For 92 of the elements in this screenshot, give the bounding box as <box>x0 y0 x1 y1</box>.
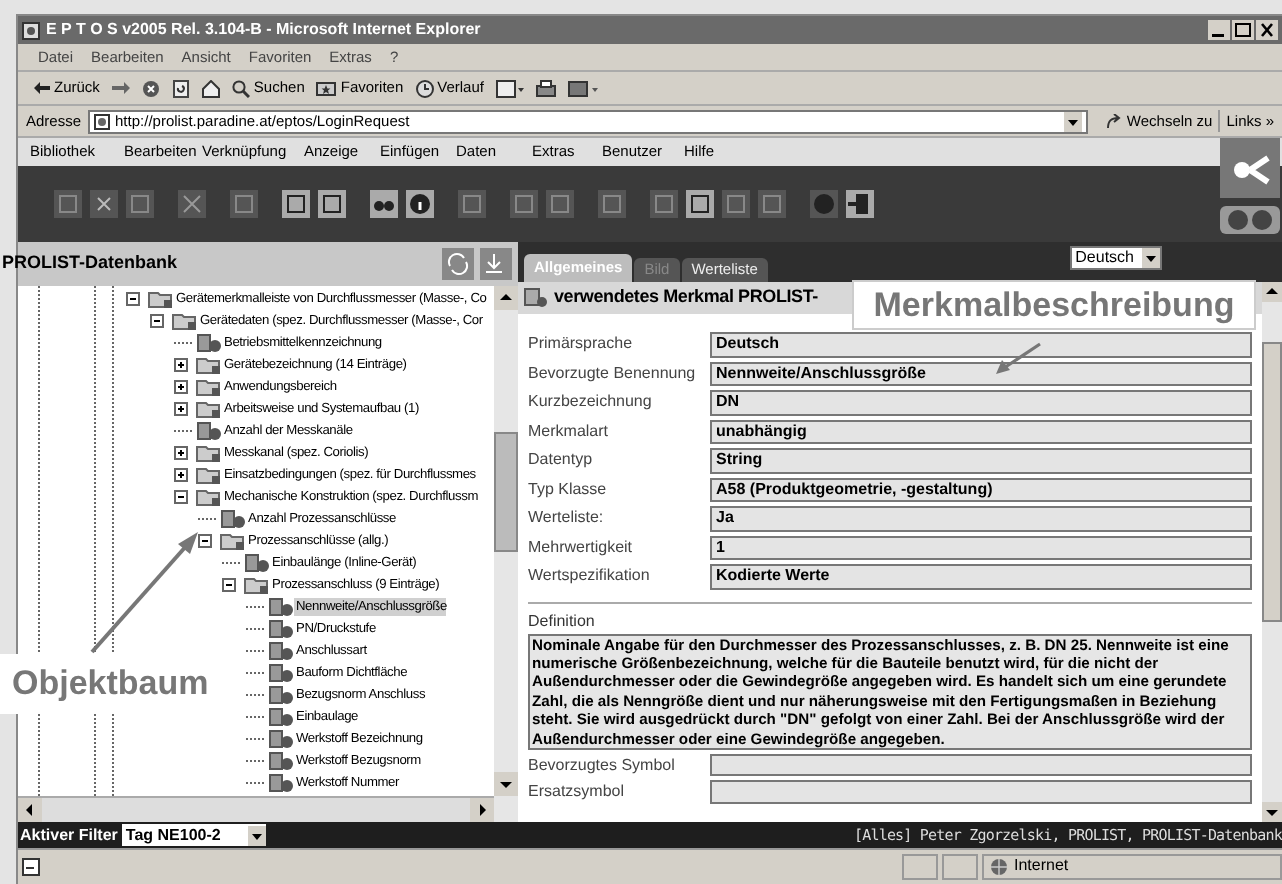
panel-title: PROLIST-Datenbank <box>2 250 178 277</box>
feature-icon <box>268 752 294 770</box>
page-icon <box>93 113 110 129</box>
scroll-right-icon[interactable] <box>470 798 494 822</box>
home-icon[interactable] <box>201 79 220 97</box>
field-value: Deutsch <box>710 332 1252 357</box>
callout-arrow <box>996 342 1041 374</box>
feature-icon <box>268 686 294 704</box>
feature-icon <box>268 642 294 660</box>
scroll-down-icon[interactable] <box>494 772 518 796</box>
logo-icon <box>1220 138 1280 198</box>
language-select[interactable]: Deutsch <box>1069 246 1162 270</box>
field-value: 1 <box>710 535 1252 560</box>
exit-door-icon[interactable] <box>846 190 874 218</box>
window-title: E P T O S v2005 Rel. 3.104-B - Microsoft Internet Explorer <box>46 18 481 42</box>
callout-arrow <box>90 532 198 654</box>
detail-heading: verwendetes Merkmal PROLIST- <box>554 284 818 311</box>
field-value: Nennweite/Anschlussgröße <box>710 361 1252 386</box>
status-pane <box>902 853 938 879</box>
scroll-left-icon[interactable] <box>18 798 42 822</box>
field-value: Ja <box>710 506 1252 531</box>
vertical-scrollbar[interactable] <box>494 286 518 822</box>
collapse-icon[interactable] <box>174 490 188 504</box>
refresh-icon[interactable] <box>171 79 190 97</box>
forward-arrow-icon[interactable] <box>111 82 130 94</box>
filter-select[interactable]: Tag NE100-2 <box>121 824 266 846</box>
back-arrow-icon <box>34 82 50 94</box>
field-label: Mehrwertigkeit <box>528 535 635 560</box>
stop-icon[interactable] <box>141 79 160 97</box>
expand-icon[interactable] <box>174 380 188 394</box>
collapse-icon[interactable] <box>222 578 236 592</box>
expand-icon[interactable] <box>174 468 188 482</box>
collapse-icon[interactable] <box>150 314 164 328</box>
field-value: unabhängig <box>710 419 1252 444</box>
collapse-icon[interactable] <box>126 292 140 306</box>
delete-icon[interactable] <box>178 190 206 218</box>
field-label: Bevorzugtes Symbol <box>528 753 677 778</box>
feature-icon <box>268 774 294 792</box>
zone-label: Internet <box>1014 854 1069 878</box>
field-value: String <box>710 448 1252 473</box>
field-label: Kurzbezeichnung <box>528 390 654 415</box>
toggle-icon[interactable] <box>1220 206 1280 234</box>
print-icon[interactable] <box>535 79 556 97</box>
scroll-up-icon[interactable] <box>1262 282 1282 302</box>
feature-icon <box>244 554 270 572</box>
field-label: Primärsprache <box>528 332 635 357</box>
field-value: Kodierte Werte <box>710 564 1252 589</box>
maximize-icon[interactable] <box>1232 20 1254 40</box>
scroll-thumb[interactable] <box>1262 342 1282 622</box>
feature-icon <box>196 334 222 352</box>
field-label: Bevorzugte Benennung <box>528 361 698 386</box>
field-label: Werteliste: <box>528 506 606 531</box>
field-label: Typ Klasse <box>528 477 609 502</box>
scroll-down-icon[interactable] <box>1262 802 1282 822</box>
folder-star-icon <box>316 80 337 96</box>
status-pane <box>942 853 978 879</box>
expand-icon[interactable] <box>174 446 188 460</box>
browser-icon <box>22 21 40 39</box>
feature-icon <box>524 288 548 308</box>
field-label: Merkmalart <box>528 419 611 444</box>
expand-icon[interactable] <box>174 358 188 372</box>
feature-icon <box>268 730 294 748</box>
feature-icon <box>196 422 222 440</box>
search-icon <box>231 79 250 97</box>
go-arrow-icon <box>1106 113 1123 129</box>
collapse-icon[interactable] <box>198 534 212 548</box>
globe-icon <box>990 857 1008 875</box>
feature-icon <box>268 664 294 682</box>
binoculars-icon[interactable] <box>370 190 398 218</box>
history-icon <box>415 79 434 97</box>
definition-label: Definition <box>526 609 597 633</box>
feature-icon <box>220 510 246 528</box>
cut-icon[interactable] <box>90 190 118 218</box>
info-icon[interactable] <box>406 190 434 218</box>
scroll-up-icon[interactable] <box>494 286 518 310</box>
field-value: DN <box>710 390 1252 415</box>
close-icon[interactable] <box>1256 20 1278 40</box>
field-label: Wertspezifikation <box>528 564 652 589</box>
page-icon <box>22 857 40 875</box>
feature-icon <box>268 708 294 726</box>
field-label: Datentyp <box>528 448 595 473</box>
filter-label: Aktiver Filter <box>20 823 118 847</box>
field-label: Ersatzsymbol <box>528 780 627 805</box>
expand-icon[interactable] <box>174 402 188 416</box>
horizontal-scrollbar[interactable] <box>18 796 494 822</box>
field-value: A58 (Produktgeometrie, -gestaltung) <box>710 477 1252 502</box>
scroll-thumb[interactable] <box>494 431 518 551</box>
callout-label: Merkmalbeschreibung <box>852 280 1256 330</box>
feature-icon <box>268 620 294 638</box>
feature-icon <box>268 598 294 616</box>
minimize-icon[interactable] <box>1208 20 1230 40</box>
vertical-scrollbar[interactable] <box>1262 282 1282 822</box>
